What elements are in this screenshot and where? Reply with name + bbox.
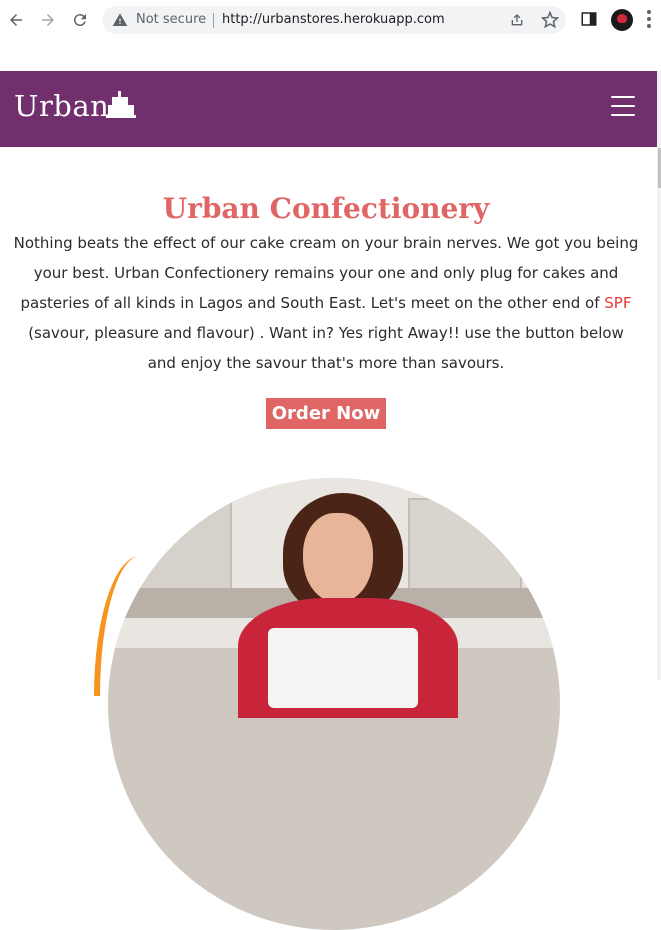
forward-arrow-icon <box>42 14 54 26</box>
back-button[interactable] <box>6 10 26 30</box>
spf-highlight: SPF <box>604 294 632 312</box>
hero-image <box>94 478 560 930</box>
site-header: Urban <box>0 71 657 147</box>
reload-icon <box>73 14 86 27</box>
profile-avatar[interactable] <box>611 9 633 31</box>
url-text[interactable]: http://urbanstores.herokuapp.com <box>222 12 445 27</box>
warning-icon <box>112 13 128 26</box>
address-bar[interactable]: Not secure http://urbanstores.herokuapp.… <box>102 6 566 34</box>
browser-toolbar: Not secure http://urbanstores.herokuapp.… <box>0 0 661 40</box>
order-now-button[interactable]: Order Now <box>266 398 386 429</box>
bookmark-star-icon[interactable] <box>541 11 559 29</box>
forward-button[interactable] <box>38 10 58 30</box>
reload-button[interactable] <box>70 10 90 30</box>
back-arrow-icon <box>10 14 22 26</box>
hero-text-end: (savour, pleasure and flavour) . Want in… <box>28 324 624 372</box>
share-icon[interactable] <box>509 12 525 28</box>
baker-photo <box>108 478 560 930</box>
hero-description: Nothing beats the effect of our cake cre… <box>13 228 639 378</box>
browser-menu-icon[interactable] <box>647 10 651 28</box>
hamburger-menu-icon[interactable] <box>611 96 635 116</box>
divider <box>213 13 214 28</box>
page-title: Urban Confectionery <box>162 192 490 225</box>
cake-icon <box>106 91 136 118</box>
security-status[interactable]: Not secure <box>136 12 206 27</box>
side-panel-icon[interactable] <box>580 10 598 28</box>
hero-text-start: Nothing beats the effect of our cake cre… <box>13 234 639 312</box>
site-logo[interactable]: Urban <box>14 89 109 123</box>
